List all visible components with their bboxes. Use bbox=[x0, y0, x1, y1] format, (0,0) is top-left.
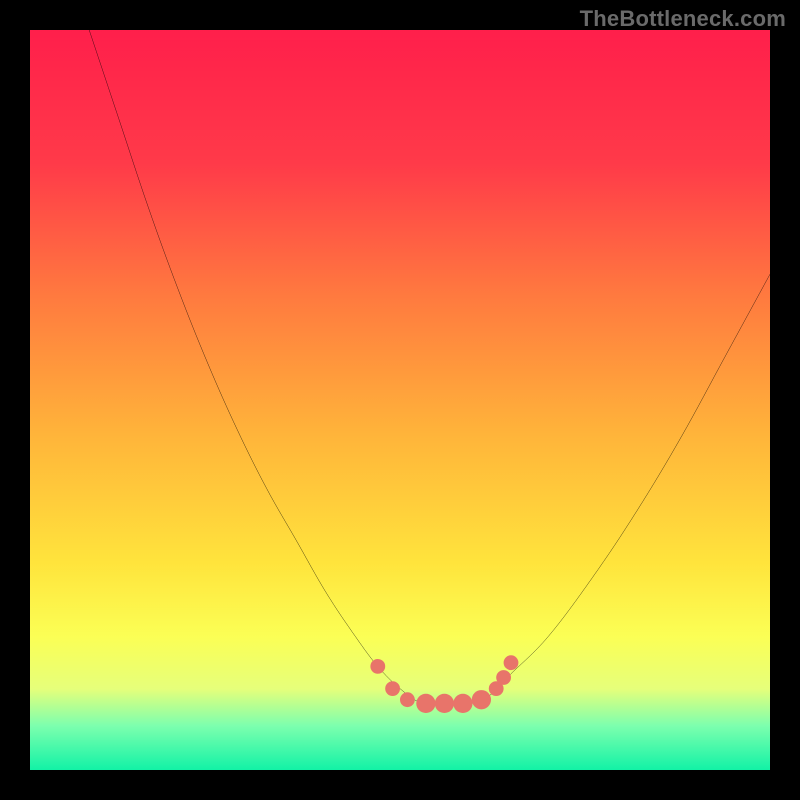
plot-area bbox=[30, 30, 770, 770]
valley-dot bbox=[370, 659, 385, 674]
valley-dot bbox=[435, 694, 454, 713]
valley-dot bbox=[400, 692, 415, 707]
valley-dot bbox=[453, 694, 472, 713]
valley-dot bbox=[416, 694, 435, 713]
watermark-text: TheBottleneck.com bbox=[580, 6, 786, 32]
valley-dot bbox=[504, 655, 519, 670]
bottleneck-curve bbox=[30, 30, 770, 770]
valley-dot bbox=[496, 670, 511, 685]
chart-frame: TheBottleneck.com bbox=[0, 0, 800, 800]
valley-dot bbox=[472, 690, 491, 709]
valley-dot bbox=[385, 681, 400, 696]
